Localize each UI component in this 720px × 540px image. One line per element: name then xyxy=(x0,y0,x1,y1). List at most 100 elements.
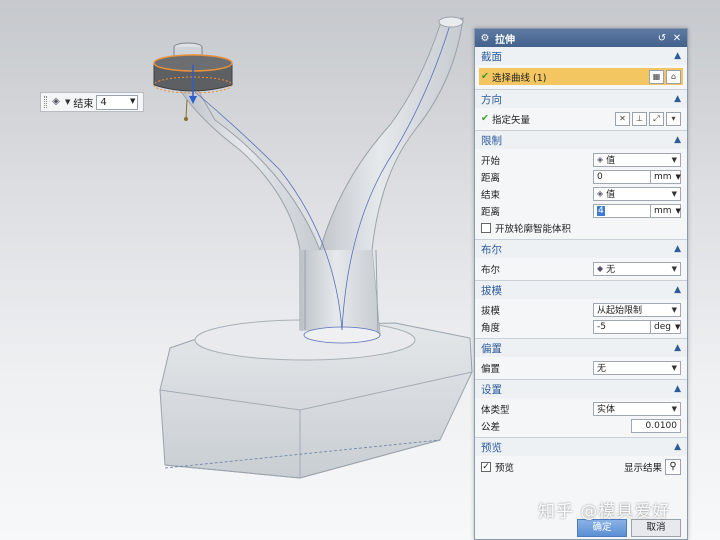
chevron-down-icon[interactable]: ▼ xyxy=(672,156,677,164)
offset-select[interactable]: 无 ▼ xyxy=(593,360,681,375)
sketch-section-icon[interactable]: ⌂ xyxy=(666,69,681,84)
dialog-title-bar[interactable]: ⚙ 拉伸 ↺ ✕ xyxy=(475,29,687,47)
section-limits-header[interactable]: 限制 ▲ xyxy=(475,131,687,149)
chevron-down-icon[interactable]: ▼ xyxy=(676,207,681,215)
show-result-button[interactable]: 显示结果 ⚲ xyxy=(624,458,681,475)
angle-unit-select[interactable]: deg ▼ xyxy=(651,319,681,334)
section-curve-header[interactable]: 截面 ▲ xyxy=(475,47,687,65)
distance1-unit-select[interactable]: mm ▼ xyxy=(651,169,681,184)
distance2-unit-select[interactable]: mm ▼ xyxy=(651,203,681,218)
chevron-down-icon[interactable]: ▼ xyxy=(672,265,677,273)
angle-unit: deg xyxy=(654,321,671,332)
section-offset-header[interactable]: 偏置 ▲ xyxy=(475,339,687,357)
preview-label: 预览 xyxy=(495,462,515,474)
chevron-up-icon[interactable]: ▲ xyxy=(674,135,681,145)
end-distance-input[interactable]: 4 ▼ xyxy=(96,94,139,110)
chevron-down-icon[interactable]: ▼ xyxy=(672,190,677,198)
select-curve-row[interactable]: ✔ 选择曲线 (1) ▦ ⌂ xyxy=(479,68,683,85)
section-boolean: 布尔 ▲ 布尔 ◆ 无 ▼ xyxy=(475,240,687,281)
open-profile-row[interactable]: 开放轮廓智能体积 xyxy=(481,219,681,236)
close-icon[interactable]: ✕ xyxy=(672,33,682,44)
body-type-label: 体类型 xyxy=(481,404,510,416)
specify-vector-label: 指定矢量 xyxy=(491,114,530,126)
body-type-select[interactable]: 实体 ▼ xyxy=(593,401,681,416)
distance1-input[interactable]: 0 xyxy=(593,169,651,184)
draft-row: 拔模 从起始限制 ▼ xyxy=(481,301,681,318)
chevron-up-icon[interactable]: ▲ xyxy=(674,244,681,254)
value-type-icon: ◈ xyxy=(597,155,604,164)
section-settings-title: 设置 xyxy=(481,383,502,396)
vector-dialog-icon[interactable]: ⊥ xyxy=(632,111,647,126)
start-select-value: 值 xyxy=(606,156,616,166)
draft-select[interactable]: 从起始限制 ▼ xyxy=(593,302,681,317)
distance2-label: 距离 xyxy=(481,206,501,218)
end-label-dialog: 结束 xyxy=(481,189,501,201)
chevron-up-icon[interactable]: ▲ xyxy=(674,343,681,353)
section-offset: 偏置 ▲ 偏置 无 ▼ xyxy=(475,339,687,380)
chevron-down-icon[interactable]: ▼ xyxy=(676,173,681,181)
check-icon: ✔ xyxy=(481,113,489,124)
angle-label: 角度 xyxy=(481,322,501,334)
watermark: 知乎 @模具爱好 xyxy=(538,502,671,522)
section-direction-header[interactable]: 方向 ▲ xyxy=(475,90,687,108)
extrude-dialog: ⚙ 拉伸 ↺ ✕ 截面 ▲ ✔ 选择曲线 (1) ▦ ⌂ 方向 ▲ ✔ 指定矢量 xyxy=(474,28,688,540)
open-profile-checkbox[interactable] xyxy=(481,222,491,233)
chevron-up-icon[interactable]: ▲ xyxy=(674,94,681,104)
base-block xyxy=(159,319,473,479)
body-type-row: 体类型 实体 ▼ xyxy=(481,400,681,417)
draft-label: 拔模 xyxy=(481,305,501,317)
preview-row: ✓ 预览 显示结果 ⚲ xyxy=(481,458,681,475)
value-type-icon[interactable]: ◈ xyxy=(50,96,62,108)
chevron-up-icon[interactable]: ▲ xyxy=(674,51,681,61)
grip-handle[interactable] xyxy=(44,96,47,108)
section-draft: 拔模 ▲ 拔模 从起始限制 ▼ 角度 -5 deg ▼ xyxy=(475,281,687,339)
section-preview: 预览 ▲ ✓ 预览 显示结果 ⚲ xyxy=(475,438,687,478)
angle-value: -5 xyxy=(597,321,606,332)
distance2-field[interactable]: 4 mm ▼ xyxy=(593,203,681,218)
check-icon: ✔ xyxy=(481,71,489,82)
curve-rule-icon[interactable]: ▦ xyxy=(649,69,664,84)
chevron-down-icon[interactable]: ▼ xyxy=(130,97,135,105)
tolerance-input[interactable]: 0.0100 xyxy=(631,418,681,433)
body-type-select-value: 实体 xyxy=(597,405,616,415)
chevron-down-icon[interactable]: ▼ xyxy=(65,98,70,106)
section-boolean-header[interactable]: 布尔 ▲ xyxy=(475,240,687,258)
end-select-value: 值 xyxy=(606,190,616,200)
reset-icon[interactable]: ↺ xyxy=(657,33,667,44)
distance1-label: 距离 xyxy=(481,172,501,184)
section-offset-title: 偏置 xyxy=(481,342,502,355)
chevron-down-icon[interactable]: ▼ xyxy=(675,323,680,331)
section-draft-header[interactable]: 拔模 ▲ xyxy=(475,281,687,299)
chevron-up-icon[interactable]: ▲ xyxy=(674,384,681,394)
distance2-row: 距离 4 mm ▼ xyxy=(481,202,681,219)
section-preview-header[interactable]: 预览 ▲ xyxy=(475,438,687,456)
offset-label: 偏置 xyxy=(481,363,501,375)
angle-input[interactable]: -5 xyxy=(593,319,651,334)
angle-field[interactable]: -5 deg ▼ xyxy=(593,319,681,334)
section-settings-header[interactable]: 设置 ▲ xyxy=(475,380,687,398)
chevron-down-icon[interactable]: ▼ xyxy=(672,364,677,372)
chevron-up-icon[interactable]: ▲ xyxy=(674,442,681,452)
end-select[interactable]: ◈ 值 ▼ xyxy=(593,186,681,201)
reverse-direction-icon[interactable]: ✕ xyxy=(615,111,630,126)
section-direction-title: 方向 xyxy=(481,93,502,106)
magnifier-icon[interactable]: ⚲ xyxy=(665,458,681,475)
start-row: 开始 ◈ 值 ▼ xyxy=(481,151,681,168)
chevron-down-icon[interactable]: ▾ xyxy=(666,111,681,126)
angle-row: 角度 -5 deg ▼ xyxy=(481,318,681,335)
section-settings: 设置 ▲ 体类型 实体 ▼ 公差 0.0100 xyxy=(475,380,687,438)
vector-type-icon[interactable]: ⤢ xyxy=(649,111,664,126)
value-type-icon: ◈ xyxy=(597,189,604,198)
chevron-down-icon[interactable]: ▼ xyxy=(672,306,677,314)
chevron-up-icon[interactable]: ▲ xyxy=(674,285,681,295)
preview-checkbox[interactable]: ✓ xyxy=(481,461,491,472)
start-select[interactable]: ◈ 值 ▼ xyxy=(593,152,681,167)
boolean-select[interactable]: ◆ 无 ▼ xyxy=(593,261,681,276)
gear-icon[interactable]: ⚙ xyxy=(480,33,490,44)
distance1-field[interactable]: 0 mm ▼ xyxy=(593,169,681,184)
select-curve-label: 选择曲线 (1) xyxy=(491,72,547,84)
chevron-down-icon[interactable]: ▼ xyxy=(672,405,677,413)
floating-end-distance-bar: ◈ ▼ 结束 4 ▼ xyxy=(40,92,144,112)
specify-vector-row[interactable]: ✔ 指定矢量 ✕ ⊥ ⤢ ▾ xyxy=(481,110,681,127)
distance2-input[interactable]: 4 xyxy=(593,203,651,218)
